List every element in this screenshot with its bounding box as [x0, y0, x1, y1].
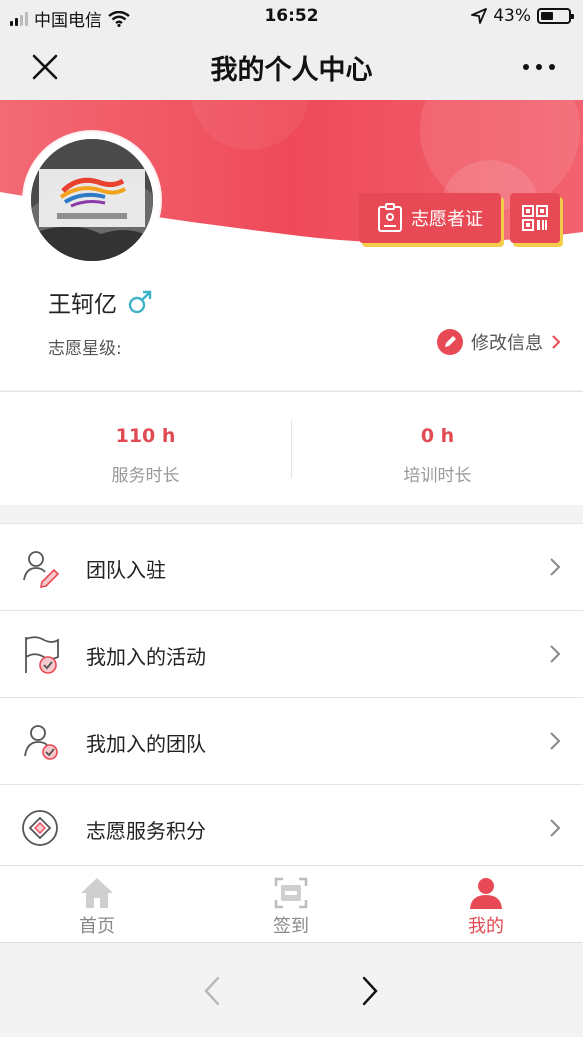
stats-panel: 110 h 服务时长 0 h 培训时长	[0, 391, 583, 505]
back-arrow-icon[interactable]	[200, 975, 224, 1007]
edit-info-label: 修改信息	[471, 333, 543, 354]
user-name: 王轲亿	[48, 292, 117, 318]
tab-bar: 首页 签到 我的	[0, 865, 583, 942]
chevron-right-icon	[550, 732, 561, 750]
male-icon	[128, 290, 152, 314]
status-bar: 中国电信 16:52 43%	[0, 0, 583, 34]
tab-check-in-label: 签到	[273, 916, 309, 937]
tab-check-in[interactable]: 签到	[194, 866, 388, 943]
tab-home-label: 首页	[79, 916, 115, 937]
training-hours-value: 0 h	[420, 425, 455, 447]
home-icon	[81, 878, 113, 908]
tab-home[interactable]: 首页	[0, 866, 194, 943]
id-card-icon	[378, 203, 402, 232]
chevron-right-icon	[550, 558, 561, 576]
edit-info-link[interactable]: 修改信息	[437, 329, 561, 355]
menu-item-my-activities[interactable]: 我加入的活动	[0, 611, 583, 698]
team-join-icon	[23, 551, 60, 588]
chevron-right-icon	[552, 335, 561, 349]
menu-label-my-activities: 我加入的活动	[86, 645, 206, 669]
volunteer-star-label: 志愿星级:	[48, 339, 122, 359]
training-hours-stat[interactable]: 0 h 培训时长	[292, 392, 583, 506]
joined-team-icon	[24, 725, 58, 760]
volunteer-cert-label: 志愿者证	[411, 209, 483, 230]
menu-item-my-teams[interactable]: 我加入的团队	[0, 698, 583, 785]
battery-icon	[537, 8, 574, 24]
service-hours-label: 服务时长	[111, 466, 180, 486]
browser-toolbar	[0, 942, 583, 1037]
user-name-row: 王轲亿	[48, 285, 153, 319]
service-hours-value: 110 h	[115, 425, 176, 447]
more-icon[interactable]	[521, 52, 557, 82]
chevron-right-icon	[550, 819, 561, 837]
menu-item-points[interactable]: 志愿服务积分	[0, 785, 583, 872]
chevron-right-icon	[550, 645, 561, 663]
edit-pencil-icon	[437, 329, 463, 355]
volunteer-cert-button[interactable]: 志愿者证	[359, 193, 501, 243]
battery-percent: 43%	[493, 6, 531, 26]
nav-bar: 我的个人中心	[0, 34, 583, 100]
menu-label-points: 志愿服务积分	[86, 819, 206, 843]
tab-mine-label: 我的	[468, 916, 504, 937]
training-hours-label: 培训时长	[403, 466, 472, 486]
forward-arrow-icon[interactable]	[358, 975, 382, 1007]
page-title: 我的个人中心	[210, 55, 373, 86]
tab-mine[interactable]: 我的	[389, 866, 583, 943]
points-icon	[22, 810, 58, 846]
menu-item-team-join[interactable]: 团队入驻	[0, 524, 583, 611]
user-icon	[470, 878, 502, 909]
service-hours-stat[interactable]: 110 h 服务时长	[0, 392, 291, 506]
qr-code-icon	[522, 205, 548, 231]
avatar[interactable]	[24, 132, 160, 268]
check-in-icon	[274, 877, 308, 909]
menu-list: 团队入驻 我加入的活动 我加入的团队 志愿服务积分	[0, 523, 583, 872]
status-right: 43%	[471, 6, 574, 26]
activity-flag-icon	[25, 636, 59, 674]
location-arrow-icon	[471, 8, 488, 24]
menu-label-my-teams: 我加入的团队	[86, 732, 206, 756]
volunteer-logo-avatar	[31, 139, 153, 261]
profile-card: 志愿者证 王轲亿 志愿星级: 修改信息	[0, 100, 583, 390]
qr-code-button[interactable]	[510, 193, 560, 243]
menu-label-team-join: 团队入驻	[86, 558, 166, 582]
